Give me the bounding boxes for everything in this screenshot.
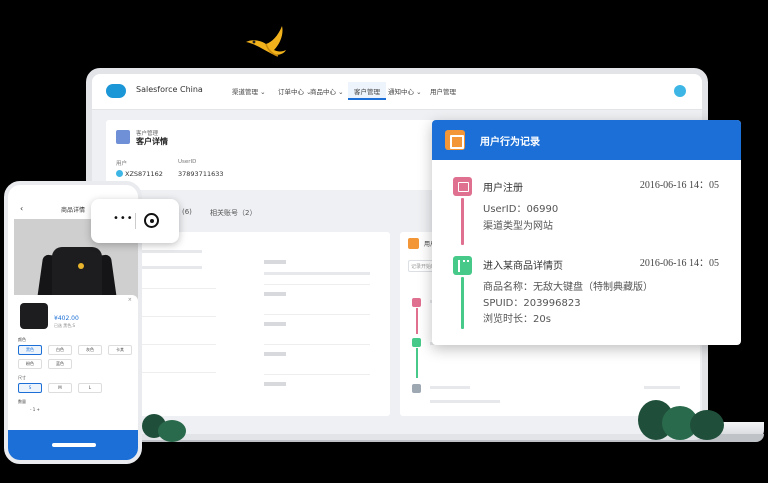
customer-header-card: 客户管理 客户详情 用户 XZS871162 UserID 3789371163… <box>106 120 436 190</box>
event-dot-icon <box>412 384 421 393</box>
field-label-userid: UserID <box>178 159 197 165</box>
color-chip[interactable]: 粉色 <box>18 359 42 369</box>
field-value-user: XZS871162 <box>116 170 163 178</box>
divider <box>264 374 370 375</box>
divider <box>264 284 370 285</box>
nav-item-customers[interactable]: 客户管理 <box>348 82 386 100</box>
close-icon[interactable]: × <box>128 297 132 303</box>
field-value-userid: 37893711633 <box>178 170 224 178</box>
quantity-stepper[interactable]: - 1 + <box>30 407 40 412</box>
content-card <box>106 232 390 416</box>
divider <box>264 344 370 345</box>
user-icon <box>116 170 123 177</box>
event-detail: 商品名称：无敌大键盘（特制典藏版） <box>483 282 653 293</box>
timeline-line <box>461 277 464 329</box>
placeholder-dash <box>264 382 286 386</box>
selected-sku: 已选 黑色,S <box>54 323 76 328</box>
event-time: 2016-06-16 14：05 <box>639 180 719 191</box>
divider <box>264 314 370 315</box>
size-chip[interactable]: L <box>78 383 102 393</box>
placeholder-bar <box>430 400 500 403</box>
placeholder-dash <box>264 292 286 296</box>
size-chip[interactable]: M <box>48 383 72 393</box>
bush-decoration <box>158 420 186 442</box>
event-detail: SPUID：203996823 <box>483 298 581 309</box>
event-detail: 渠道类型为网站 <box>483 221 553 232</box>
event-title: 用户注册 <box>483 183 523 194</box>
color-chip[interactable]: 蓝色 <box>48 359 72 369</box>
top-nav: Salesforce China 渠道管理 ⌄ 订单中心 ⌄ 商品中心 ⌄ 客户… <box>92 74 702 110</box>
checklist-icon <box>453 256 472 275</box>
placeholder-dash <box>264 322 286 326</box>
nav-item-channel[interactable]: 渠道管理 ⌄ <box>232 86 266 96</box>
nav-item-notify[interactable]: 通知中心 ⌄ <box>388 86 422 96</box>
timeline-line <box>416 308 418 334</box>
register-dot-icon <box>412 298 421 307</box>
nav-item-orders[interactable]: 订单中心 ⌄ <box>278 86 312 96</box>
event-title: 进入某商品详情页 <box>483 261 563 272</box>
miniprogram-capsule: ••• <box>91 199 179 243</box>
more-icon[interactable]: ••• <box>113 213 134 224</box>
buy-button[interactable] <box>8 430 138 460</box>
placeholder-bar <box>264 272 370 275</box>
close-target-icon[interactable] <box>144 213 159 228</box>
event-detail: UserID：06990 <box>483 204 559 215</box>
capsule-divider <box>135 213 136 229</box>
placeholder-dash <box>264 352 286 356</box>
placeholder-dash <box>264 260 286 264</box>
color-chip[interactable]: 灰色 <box>78 345 102 355</box>
buy-button-label <box>52 443 96 447</box>
nav-item-users[interactable]: 用户管理 <box>430 86 456 96</box>
customer-icon <box>116 130 130 144</box>
price: ¥402.00 <box>54 315 79 322</box>
tab-count[interactable]: (6) <box>182 208 192 216</box>
tab-related-accounts[interactable]: 相关账号（2） <box>210 208 256 218</box>
product-thumbnail <box>20 303 48 329</box>
color-chip[interactable]: 黑色 <box>18 345 42 355</box>
color-label: 颜色 <box>18 337 26 342</box>
view-dot-icon <box>412 338 421 347</box>
behavior-record-popup: 用户行为记录 用户注册 2016-06-16 14：05 UserID：0699… <box>432 120 741 345</box>
nav-item-products[interactable]: 商品中心 ⌄ <box>310 86 344 96</box>
record-icon <box>445 130 465 150</box>
popup-header: 用户行为记录 <box>432 120 741 160</box>
page-title: 客户详情 <box>136 137 168 146</box>
bird-logo <box>246 26 286 57</box>
quantity-label: 数量 <box>18 399 26 404</box>
color-chip[interactable]: 白色 <box>48 345 72 355</box>
size-label: 尺寸 <box>18 375 26 380</box>
bush-decoration <box>690 410 724 440</box>
avatar[interactable] <box>674 85 686 97</box>
event-time: 2016-06-16 14：05 <box>639 258 719 269</box>
event-detail: 浏览时长：20s <box>483 314 551 325</box>
record-icon <box>408 238 419 249</box>
size-chip[interactable]: S <box>18 383 42 393</box>
placeholder-bar <box>644 386 680 389</box>
color-chip[interactable]: 卡其 <box>108 345 132 355</box>
salesforce-cloud-icon <box>106 84 126 98</box>
calendar-icon <box>453 177 472 196</box>
timeline-line <box>461 198 464 245</box>
popup-title: 用户行为记录 <box>480 137 540 148</box>
app-name: Salesforce China <box>136 85 203 94</box>
timeline-line <box>416 348 418 378</box>
placeholder-bar <box>430 386 470 389</box>
field-label-user: 用户 <box>116 161 128 167</box>
jacket-badge <box>78 263 84 269</box>
